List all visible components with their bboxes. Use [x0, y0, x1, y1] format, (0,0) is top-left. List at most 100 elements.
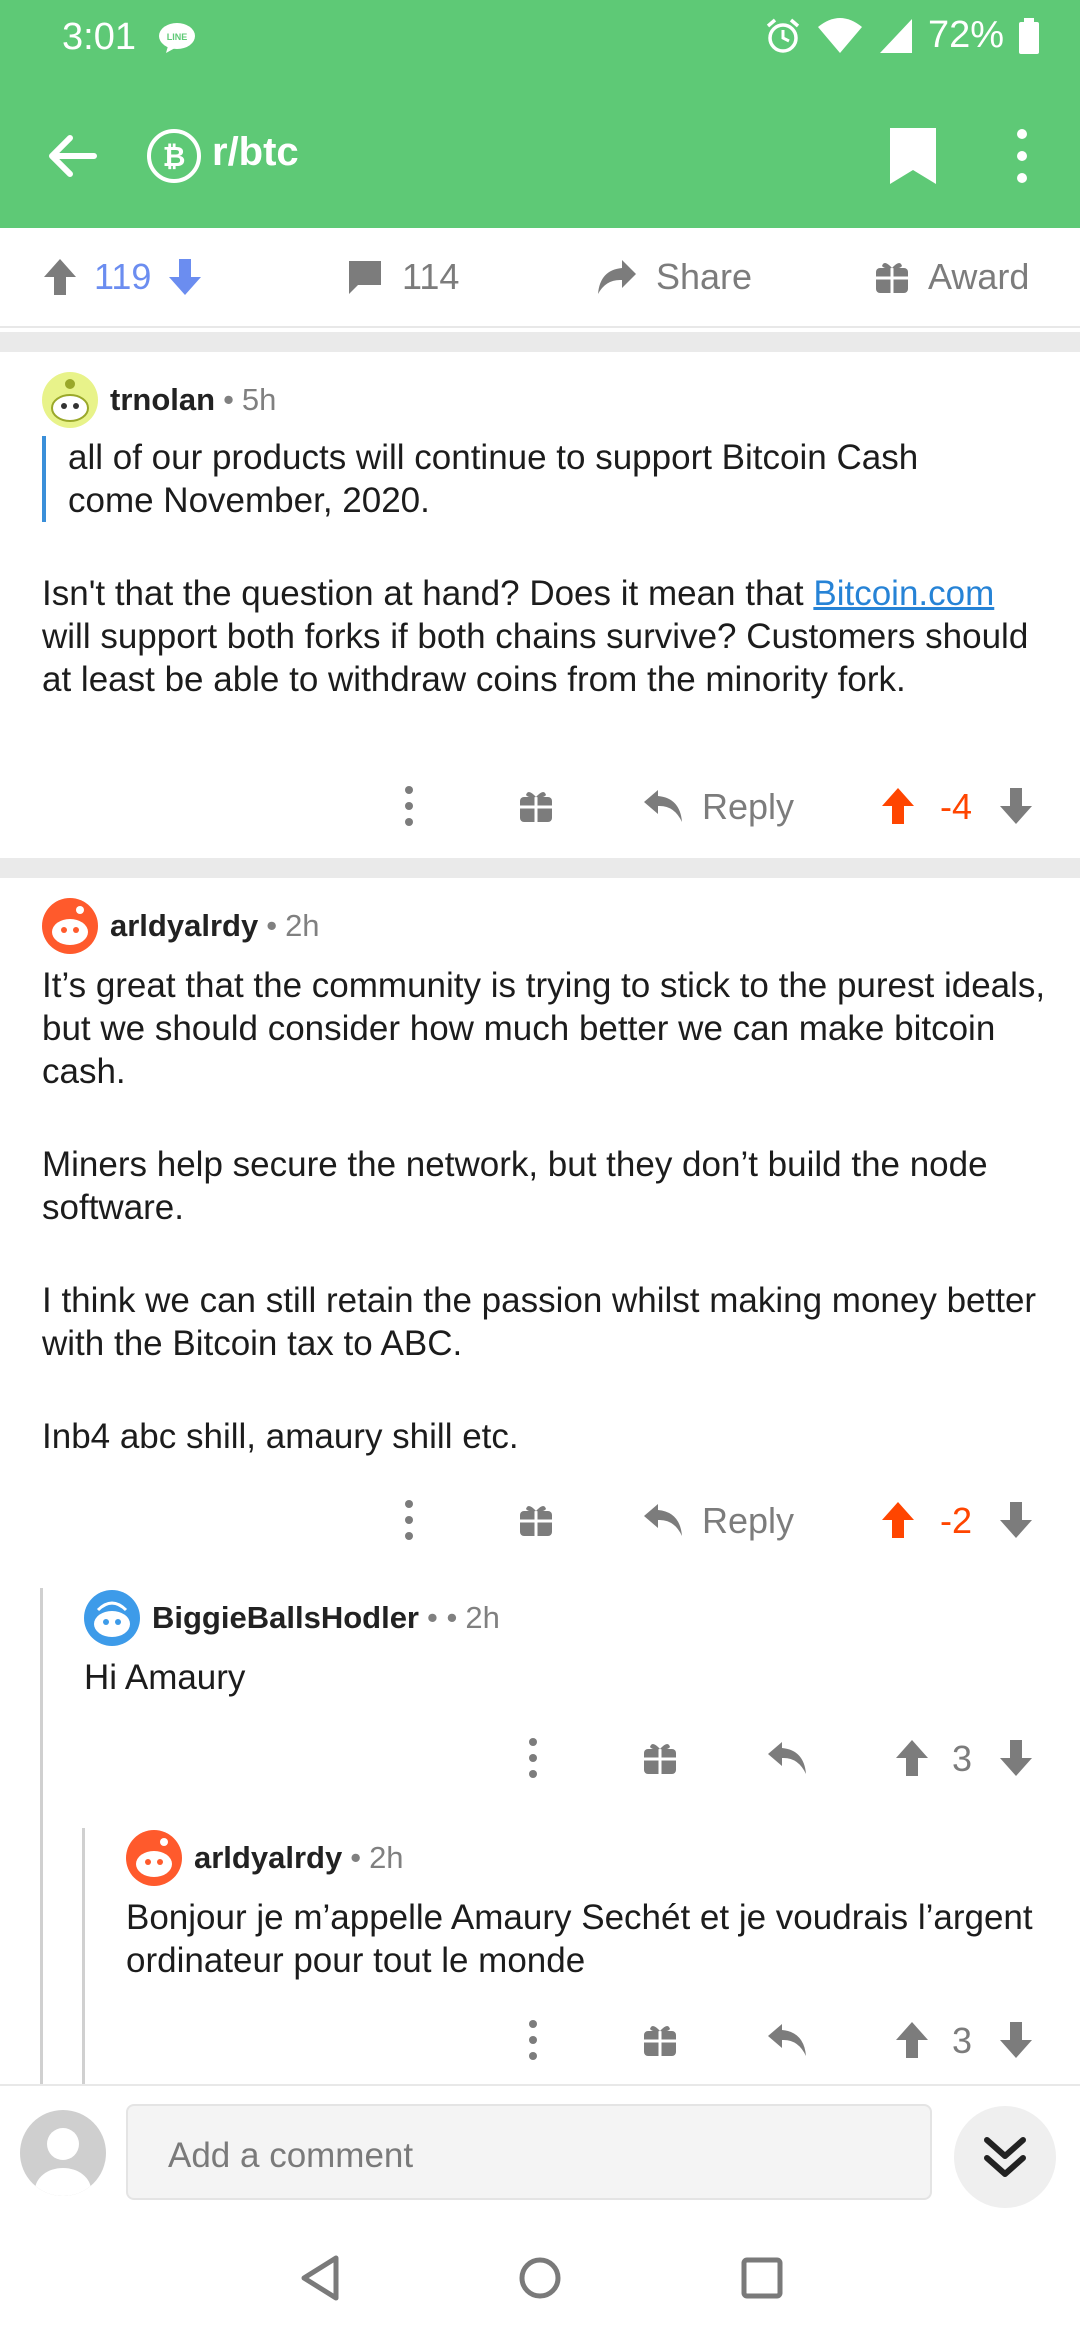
comment-author[interactable]: arldyalrdy [194, 1840, 342, 1876]
downvote-icon[interactable] [167, 257, 203, 297]
post-comments-button[interactable]: 114 [346, 256, 459, 298]
meta-separator: • [223, 382, 234, 417]
comment-more-icon[interactable] [402, 784, 416, 828]
comment-paragraph: Miners help secure the network, but they… [42, 1145, 988, 1227]
post-vote-control: 119 [42, 256, 203, 298]
comment-timestamp: 2h [369, 1840, 404, 1875]
comment-paragraph: I think we can still retain the passion … [42, 1281, 1037, 1363]
meta-separator: • • [427, 1600, 458, 1635]
comment-biggieballshodler: BiggieBallsHodler • • 2h Hi Amaury [84, 1590, 1044, 1699]
comment-text: It’s great that the community is trying … [42, 964, 1052, 1458]
user-avatar[interactable] [126, 1830, 182, 1886]
reply-arrow-icon[interactable] [642, 788, 684, 824]
bookmark-icon[interactable] [886, 124, 940, 188]
comment-timestamp: 2h [285, 908, 320, 943]
double-chevron-down-icon [984, 2137, 1026, 2177]
share-label: Share [656, 256, 753, 297]
comment-score: 3 [952, 1738, 973, 1779]
gift-award-icon[interactable] [518, 788, 554, 824]
comment-score: 3 [952, 2020, 973, 2061]
upvote-icon[interactable] [880, 1500, 916, 1540]
downvote-icon[interactable] [998, 1500, 1034, 1540]
user-avatar[interactable] [84, 1590, 140, 1646]
status-time: 3:01 [62, 16, 136, 58]
comment-timestamp: 2h [465, 1600, 500, 1635]
status-bar: 3:01 LINE 72% [0, 0, 1080, 84]
section-divider [0, 332, 1080, 352]
comment-more-icon[interactable] [526, 2018, 540, 2062]
downvote-icon[interactable] [998, 786, 1034, 826]
downvote-icon[interactable] [998, 1738, 1034, 1778]
gift-award-icon[interactable] [518, 1502, 554, 1538]
jump-to-next-button[interactable] [954, 2106, 1056, 2208]
comment-arldyalrdy: arldyalrdy • 2h It’s great that the comm… [42, 898, 1052, 1458]
svg-text:₿: ₿ [163, 141, 186, 172]
comment-author[interactable]: trnolan [110, 382, 215, 418]
line-app-icon: LINE [159, 23, 195, 53]
share-arrow-icon [598, 260, 636, 294]
reply-button[interactable]: Reply [702, 786, 794, 828]
comment-paragraph: It’s great that the community is trying … [42, 966, 1046, 1091]
svg-text:LINE: LINE [167, 32, 188, 42]
upvote-icon[interactable] [880, 786, 916, 826]
comment-text: Bonjour je m’appelle Amaury Sechét et je… [126, 1898, 1033, 1980]
post-upvote-count: 119 [94, 256, 152, 297]
nav-home-icon[interactable] [516, 2252, 564, 2304]
meta-separator: • [266, 908, 278, 943]
reply-arrow-icon[interactable] [642, 1502, 684, 1538]
upvote-icon[interactable] [42, 257, 78, 297]
upvote-icon[interactable] [894, 2020, 930, 2060]
alarm-icon [766, 18, 800, 53]
system-nav-bar [0, 2220, 1080, 2340]
reply-arrow-icon[interactable] [766, 2022, 808, 2058]
comment-score: -2 [940, 1500, 973, 1541]
comment-text: Hi Amaury [84, 1658, 246, 1697]
wifi-icon [817, 17, 862, 53]
more-options-icon[interactable] [1006, 124, 1038, 188]
current-user-avatar[interactable] [20, 2110, 106, 2196]
user-avatar[interactable] [42, 372, 98, 428]
post-share-button[interactable]: Share [596, 256, 752, 298]
quoted-text: all of our products will continue to sup… [42, 436, 1002, 522]
cellular-signal-icon [879, 18, 912, 53]
user-avatar[interactable] [42, 898, 98, 954]
comment-timestamp: 5h [241, 382, 277, 417]
app-bar: ₿ r/btc [0, 84, 1080, 228]
comment-arldyalrdy-reply: arldyalrdy • 2h Bonjour je m’appelle Ama… [126, 1830, 1046, 1982]
battery-percent: 72% [927, 14, 1004, 56]
reply-arrow-icon[interactable] [766, 1740, 808, 1776]
gift-award-icon[interactable] [642, 1740, 678, 1776]
comment-text: Isn't that the question at hand? Does it… [42, 574, 1029, 699]
post-award-button[interactable]: Award [874, 256, 1029, 298]
add-comment-input[interactable]: Add a comment [126, 2104, 932, 2200]
post-comment-count: 114 [402, 256, 460, 297]
comment-bubble-icon [349, 261, 381, 294]
comment-more-icon[interactable] [526, 1736, 540, 1780]
meta-separator: • [350, 1840, 362, 1875]
bitcoin-subreddit-icon[interactable]: ₿ [146, 128, 202, 184]
nav-back-icon[interactable] [296, 2252, 344, 2304]
section-divider [0, 858, 1080, 878]
comment-author[interactable]: BiggieBallsHodler [152, 1600, 419, 1636]
comment-paragraph: Inb4 abc shill, amaury shill etc. [42, 1417, 519, 1456]
back-arrow-icon[interactable] [44, 128, 100, 184]
upvote-icon[interactable] [894, 1738, 930, 1778]
comment-trnolan: trnolan • 5h all of our products will co… [42, 372, 1052, 701]
reply-button[interactable]: Reply [702, 1500, 794, 1542]
comment-author[interactable]: arldyalrdy [110, 908, 258, 944]
comment-actions: 3 [0, 2010, 1080, 2070]
comment-actions: 3 [0, 1728, 1080, 1788]
post-action-bar: 119 114 Share Award [0, 228, 1080, 328]
gift-award-icon [876, 262, 908, 293]
downvote-icon[interactable] [998, 2020, 1034, 2060]
subreddit-title[interactable]: r/btc [212, 130, 299, 175]
award-label: Award [928, 256, 1030, 297]
comment-actions: Reply -2 [0, 1490, 1080, 1550]
comment-input-bar: Add a comment [0, 2084, 1080, 2220]
nav-recents-icon[interactable] [738, 2252, 786, 2304]
comment-more-icon[interactable] [402, 1498, 416, 1542]
comment-actions: Reply -4 [0, 776, 1080, 836]
bitcoin-com-link[interactable]: Bitcoin.com [813, 574, 994, 613]
gift-award-icon[interactable] [642, 2022, 678, 2058]
comment-score: -4 [940, 786, 973, 827]
